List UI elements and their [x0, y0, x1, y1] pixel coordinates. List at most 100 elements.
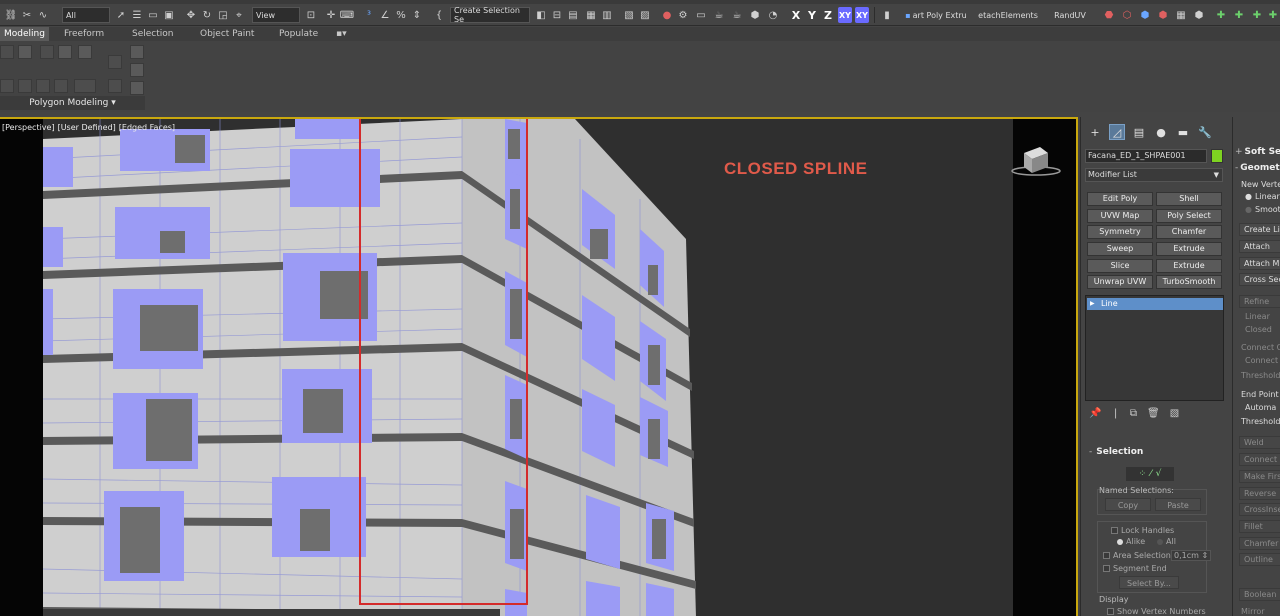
spinner-snap-icon[interactable]: ⇕ — [410, 7, 424, 23]
modifier-extrude-2-button[interactable]: Extrude — [1156, 259, 1222, 273]
attach-button[interactable]: Attach — [1239, 240, 1280, 253]
placement-icon[interactable]: ⌖ — [232, 7, 246, 23]
link-icon[interactable]: ⛓ — [4, 7, 18, 23]
green-tool-2-icon[interactable]: ✚ — [1232, 7, 1246, 23]
modifier-stack[interactable]: ▶ Line — [1085, 295, 1224, 401]
rectangular-selection-icon[interactable]: ▭ — [146, 7, 160, 23]
mirror-icon[interactable]: ◧ — [534, 7, 548, 23]
tab-modeling[interactable]: Modeling — [0, 27, 49, 41]
render-production-icon[interactable]: ☕ — [712, 7, 726, 23]
modifier-shell-button[interactable]: Shell — [1156, 192, 1222, 206]
outline-button[interactable]: Outline — [1239, 553, 1280, 566]
ribbon-options-icon[interactable]: ▪▾ — [336, 27, 347, 41]
linear-radio[interactable]: ● Linear — [1245, 192, 1280, 201]
configure-modifier-sets-icon[interactable]: ▧ — [1170, 408, 1179, 419]
make-first-button[interactable]: Make First — [1239, 470, 1280, 483]
modifier-symmetry-button[interactable]: Symmetry — [1087, 225, 1153, 239]
modifier-slice-button[interactable]: Slice — [1087, 259, 1153, 273]
soft-selection-rollout[interactable]: +Soft Selection — [1235, 147, 1280, 157]
tab-selection[interactable]: Selection — [132, 27, 173, 41]
material-editor-icon[interactable]: ● — [660, 7, 674, 23]
ribbon-tool-8-button[interactable] — [130, 45, 144, 59]
snaps-toggle-icon[interactable]: ³ — [362, 7, 376, 23]
cross-insert-button[interactable]: CrossInser — [1239, 503, 1280, 516]
select-by-button[interactable]: Select By... — [1119, 576, 1179, 589]
connect-button[interactable]: Connect — [1239, 453, 1280, 466]
reverse-button[interactable]: Reverse — [1239, 487, 1280, 500]
select-by-name-icon[interactable]: ☰ — [130, 7, 144, 23]
tab-freeform[interactable]: Freeform — [64, 27, 104, 41]
window-crossing-icon[interactable]: ▣ — [162, 7, 176, 23]
select-object-icon[interactable]: ➚ — [114, 7, 128, 23]
mxs-red2-icon[interactable]: ⬢ — [1156, 7, 1170, 23]
smooth-radio[interactable]: ●Smooth — [1245, 205, 1280, 214]
viewport-label-perspective[interactable]: [Perspective] — [2, 123, 55, 132]
tab-object-paint[interactable]: Object Paint — [200, 27, 254, 41]
ribbon-tool-6-button[interactable] — [108, 55, 122, 69]
paste-button[interactable]: Paste — [1155, 498, 1201, 511]
axis-y-button[interactable]: Y — [806, 7, 818, 23]
unlink-icon[interactable]: ✂ — [20, 7, 34, 23]
axis-xy-alt-button[interactable]: XY — [855, 7, 869, 23]
expand-arrow-icon[interactable]: ▶ — [1090, 298, 1095, 310]
percent-snap-icon[interactable]: % — [394, 7, 408, 23]
green-tool-3-icon[interactable]: ✚ — [1250, 7, 1264, 23]
modifier-edit-poly-button[interactable]: Edit Poly — [1087, 192, 1153, 206]
schematic-view-icon[interactable]: ▨ — [638, 7, 652, 23]
pin-stack-icon[interactable]: 📌 — [1089, 408, 1101, 419]
area-selection-spinner[interactable]: 0,1cm ⇕ — [1171, 550, 1212, 561]
polygon-modeling-panel-label[interactable]: Polygon Modeling ▾ — [0, 96, 145, 110]
ribbon-tool-5-button[interactable] — [74, 79, 96, 93]
ribbon-tool-1-button[interactable] — [0, 79, 14, 93]
axis-z-button[interactable]: Z — [822, 7, 834, 23]
ribbon-tool-2-button[interactable] — [18, 79, 32, 93]
utilities-tab-icon[interactable]: 🔧 — [1197, 124, 1213, 140]
script-button-randuv[interactable]: RandUV — [1050, 7, 1090, 23]
render-active-icon[interactable]: ⬢ — [748, 7, 762, 23]
rotate-icon[interactable]: ↻ — [200, 7, 214, 23]
refine-closed-checkbox[interactable]: Closed — [1245, 325, 1272, 334]
create-line-button[interactable]: Create Line — [1239, 223, 1280, 236]
object-color-swatch[interactable] — [1211, 149, 1223, 163]
mxs-hex-icon[interactable]: ⬡ — [1120, 7, 1134, 23]
green-tool-1-icon[interactable]: ✚ — [1214, 7, 1228, 23]
move-icon[interactable]: ✥ — [184, 7, 198, 23]
modifier-list-dropdown[interactable]: Modifier List ▼ — [1085, 168, 1223, 182]
viewport-label-edged-faces[interactable]: [Edged Faces] — [119, 123, 175, 132]
copy-button[interactable]: Copy — [1105, 498, 1151, 511]
ribbon-subobject-vertex-button[interactable] — [0, 45, 14, 59]
ribbon-tool-7-button[interactable] — [108, 79, 122, 93]
render-setup-icon[interactable]: ⚙ — [676, 7, 690, 23]
viewport-label-user-defined[interactable]: [User Defined] — [58, 123, 116, 132]
lock-handles-checkbox[interactable]: Lock Handles — [1111, 526, 1174, 535]
display-tab-icon[interactable]: ▬ — [1175, 124, 1191, 140]
curve-editor-icon[interactable]: ▧ — [622, 7, 636, 23]
selection-rollout-title[interactable]: - Selection — [1089, 447, 1143, 457]
segment-end-checkbox[interactable]: Segment End — [1103, 564, 1167, 573]
segment-icon[interactable]: ⁄ — [1150, 469, 1152, 479]
ribbon-subobject-polygon-button[interactable] — [58, 45, 72, 59]
show-end-result-icon[interactable]: ❘ — [1111, 408, 1119, 419]
stack-item-line[interactable]: ▶ Line — [1087, 298, 1223, 310]
viewport-label[interactable]: [Perspective] [User Defined] [Edged Faces] — [2, 123, 178, 132]
modifier-poly-select-button[interactable]: Poly Select — [1156, 209, 1222, 223]
ribbon-subobject-element-button[interactable] — [78, 45, 92, 59]
modifier-chamfer-button[interactable]: Chamfer — [1156, 225, 1222, 239]
selection-filter-dropdown[interactable]: All — [62, 7, 110, 23]
ribbon-tool-4-button[interactable] — [54, 79, 68, 93]
ribbon-subobject-edge-button[interactable] — [18, 45, 32, 59]
script-button-poly-extrude[interactable]: ▪ art Poly Extru — [896, 7, 976, 23]
align-icon[interactable]: ⊟ — [550, 7, 564, 23]
area-selection-checkbox[interactable]: Area Selection: — [1103, 551, 1174, 560]
modifier-turbosmooth-button[interactable]: TurboSmooth — [1156, 275, 1222, 289]
bind-spacewarp-icon[interactable]: ∿ — [36, 7, 50, 23]
select-manipulate-icon[interactable]: ✛ — [324, 7, 338, 23]
perspective-viewport[interactable]: [Perspective] [User Defined] [Edged Faces]… — [0, 117, 1078, 616]
modify-tab-icon[interactable]: ◿ — [1109, 124, 1125, 140]
connect-checkbox[interactable]: Connect — [1245, 356, 1278, 365]
geometry-rollout[interactable]: -Geometry — [1235, 163, 1280, 173]
a360-render-icon[interactable]: ◔ — [766, 7, 780, 23]
refine-linear-checkbox[interactable]: Linear — [1245, 312, 1270, 321]
mxs-tool-icon[interactable]: ⬢ — [1192, 7, 1206, 23]
angle-snap-icon[interactable]: ∠ — [378, 7, 392, 23]
